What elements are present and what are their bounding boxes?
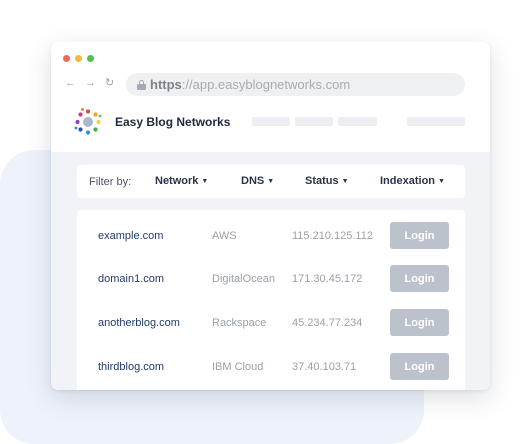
close-window-dot[interactable] bbox=[63, 55, 70, 62]
site-domain[interactable]: domain1.com bbox=[98, 273, 164, 285]
filter-indexation-dropdown[interactable]: Indexation ▼ bbox=[380, 175, 445, 187]
maximize-window-dot[interactable] bbox=[87, 55, 94, 62]
filter-dns-dropdown[interactable]: DNS ▼ bbox=[241, 175, 274, 187]
window-controls bbox=[63, 55, 94, 62]
login-button[interactable]: Login bbox=[390, 265, 449, 292]
table-row: anotherblog.com Rackspace 45.234.77.234 … bbox=[77, 297, 465, 341]
nav-placeholder bbox=[295, 117, 333, 126]
brand-name: Easy Blog Networks bbox=[115, 115, 231, 129]
site-ip: 45.234.77.234 bbox=[292, 317, 363, 329]
url-scheme: https bbox=[150, 77, 182, 92]
nav-placeholder bbox=[252, 117, 290, 126]
filter-status-dropdown[interactable]: Status ▼ bbox=[305, 175, 349, 187]
caret-down-icon: ▼ bbox=[201, 177, 209, 185]
site-domain[interactable]: thirdblog.com bbox=[98, 361, 164, 373]
filter-dns-label: DNS bbox=[241, 175, 265, 187]
lock-icon bbox=[137, 79, 146, 90]
url-text: https://app.easyblognetworks.com bbox=[150, 77, 350, 92]
site-domain[interactable]: example.com bbox=[98, 230, 163, 242]
filter-status-label: Status bbox=[305, 175, 339, 187]
site-domain[interactable]: anotherblog.com bbox=[98, 317, 180, 329]
caret-down-icon: ▼ bbox=[267, 177, 275, 185]
site-provider: DigitalOcean bbox=[212, 273, 275, 285]
site-provider: Rackspace bbox=[212, 317, 267, 329]
browser-window: ← → ↻ https://app.easyblognetworks.com E… bbox=[51, 42, 490, 390]
reload-icon[interactable]: ↻ bbox=[105, 77, 114, 89]
nav-placeholder bbox=[407, 117, 465, 126]
login-button[interactable]: Login bbox=[390, 353, 449, 380]
arrow-right-icon[interactable]: → bbox=[85, 77, 96, 89]
login-button[interactable]: Login bbox=[390, 309, 449, 336]
table-row: thirdblog.com IBM Cloud 37.40.103.71 Log… bbox=[77, 341, 465, 385]
nav-placeholder bbox=[338, 117, 377, 126]
filter-network-label: Network bbox=[155, 175, 199, 187]
minimize-window-dot[interactable] bbox=[75, 55, 82, 62]
url-host: ://app.easyblognetworks.com bbox=[181, 77, 351, 92]
site-ip: 171.30.45.172 bbox=[292, 273, 363, 285]
arrow-left-icon[interactable]: ← bbox=[65, 77, 76, 89]
sites-table: example.com AWS 115.210.125.112 Login do… bbox=[77, 210, 465, 390]
main-content: Filter by: Network ▼ DNS ▼ Status ▼ Indexat… bbox=[51, 152, 490, 390]
site-provider: AWS bbox=[212, 230, 237, 242]
address-bar[interactable]: https://app.easyblognetworks.com bbox=[126, 73, 465, 96]
filter-network-dropdown[interactable]: Network ▼ bbox=[155, 175, 208, 187]
site-ip: 115.210.125.112 bbox=[292, 230, 373, 242]
filter-bar: Filter by: Network ▼ DNS ▼ Status ▼ Indexat… bbox=[77, 165, 465, 198]
caret-down-icon: ▼ bbox=[438, 177, 445, 185]
browser-nav: ← → ↻ bbox=[65, 77, 114, 89]
dots-circle-logo bbox=[74, 108, 102, 135]
site-provider: IBM Cloud bbox=[212, 361, 264, 373]
table-row: domain1.com DigitalOcean 171.30.45.172 L… bbox=[77, 253, 465, 297]
table-row: example.com AWS 115.210.125.112 Login bbox=[77, 210, 465, 254]
filter-label: Filter by: bbox=[89, 176, 132, 188]
caret-down-icon: ▼ bbox=[341, 177, 349, 185]
filter-indexation-label: Indexation bbox=[380, 175, 436, 187]
site-ip: 37.40.103.71 bbox=[292, 361, 357, 373]
login-button[interactable]: Login bbox=[390, 222, 449, 249]
